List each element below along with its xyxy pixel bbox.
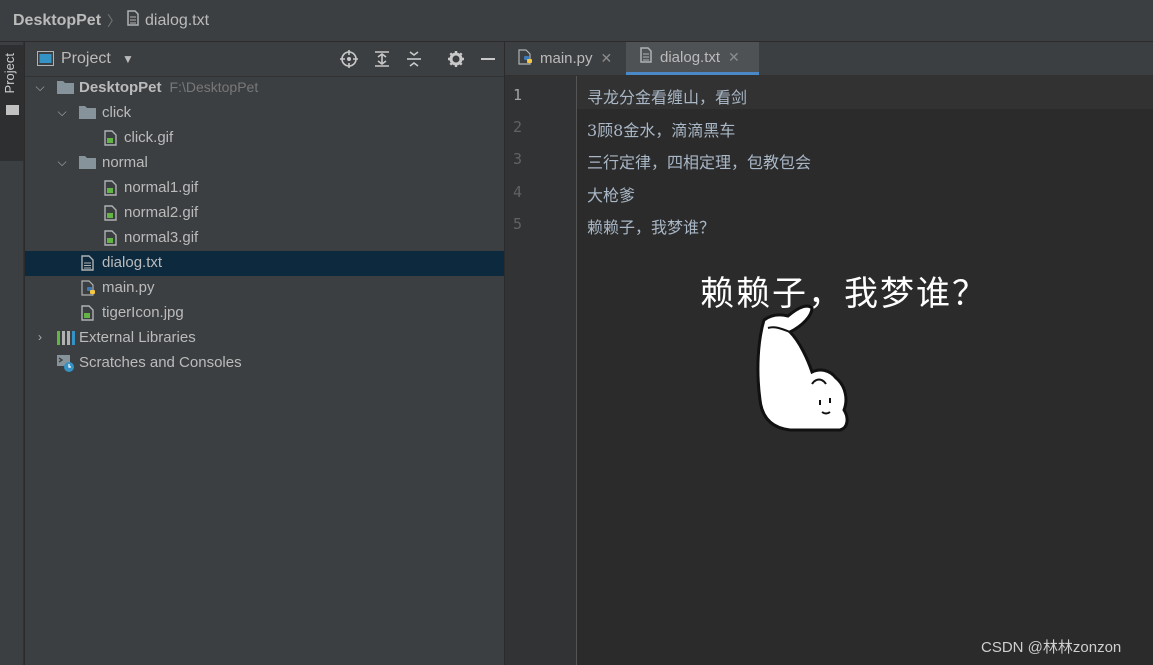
tree-item-external-libraries[interactable]: › External Libraries — [25, 326, 504, 351]
tree-item-normal2-gif[interactable]: normal2.gif — [25, 201, 504, 226]
tree-item-label: click.gif — [124, 129, 174, 146]
gif-file-icon — [104, 205, 117, 225]
tab-label: main.py — [540, 50, 593, 67]
collapse-all-icon[interactable] — [404, 49, 424, 69]
folder-icon — [6, 105, 19, 115]
chevron-down-icon[interactable]: ⌵ — [55, 155, 69, 170]
project-window-icon — [37, 51, 54, 71]
libraries-icon — [57, 330, 75, 349]
tree-item-normal3-gif[interactable]: normal3.gif — [25, 226, 504, 251]
breadcrumb-project[interactable]: DesktopPet — [13, 12, 101, 30]
locate-icon[interactable] — [339, 49, 359, 69]
project-tool-window-label: Project — [2, 53, 17, 94]
tree-item-label: normal — [102, 154, 148, 171]
tree-item-label: normal1.gif — [124, 179, 199, 196]
chevron-right-icon[interactable]: › — [33, 330, 47, 344]
tree-item-click-gif[interactable]: click.gif — [25, 126, 504, 151]
line-number: 2 — [513, 118, 523, 136]
line-number-gutter: 1 2 3 4 5 — [505, 76, 577, 665]
tree-item-normal1-gif[interactable]: normal1.gif — [25, 176, 504, 201]
text-file-icon — [640, 47, 652, 67]
chevron-down-icon[interactable]: ⌵ — [55, 105, 69, 120]
python-file-icon — [81, 280, 97, 300]
code-line[interactable]: 大枪爹 — [587, 182, 635, 206]
tree-item-label: Scratches and Consoles — [79, 354, 242, 371]
watermark: CSDN @林林zonzon — [981, 639, 1122, 656]
project-panel: Project ▼ ⌵ DesktopPet F:\DesktopPet ⌵ c… — [25, 42, 504, 665]
gif-file-icon — [104, 130, 117, 150]
line-number: 3 — [513, 150, 523, 168]
code-line[interactable]: 三行定律，四相定理，包教包会 — [587, 149, 811, 173]
tree-item-label: main.py — [102, 279, 155, 296]
tree-item-dialog-txt[interactable]: dialog.txt — [25, 251, 504, 276]
expand-all-icon[interactable] — [372, 49, 392, 69]
tree-item-label: normal2.gif — [124, 204, 199, 221]
code-line[interactable]: 3顾8金水，滴滴黑车 — [587, 117, 735, 141]
folder-icon — [79, 105, 96, 123]
tree-item-label: DesktopPet — [79, 79, 162, 96]
project-panel-title[interactable]: Project — [61, 50, 111, 68]
image-file-icon — [81, 305, 94, 325]
text-file-icon — [127, 10, 139, 31]
gear-icon[interactable] — [446, 49, 466, 69]
folder-icon — [79, 155, 96, 173]
chevron-down-icon[interactable]: ▼ — [122, 52, 134, 66]
gif-file-icon — [104, 230, 117, 250]
tab-label: dialog.txt — [660, 48, 721, 66]
tool-window-strip: Project — [0, 42, 24, 665]
tree-item-label: click — [102, 104, 132, 121]
tree-item-label: dialog.txt — [102, 254, 163, 271]
tree-item-label: External Libraries — [79, 329, 196, 346]
scratches-icon — [57, 355, 75, 377]
tab-dialog-txt[interactable]: dialog.txt ✕ — [626, 42, 759, 75]
chevron-down-icon[interactable]: ⌵ — [33, 80, 47, 95]
project-panel-header: Project ▼ — [25, 42, 504, 77]
line-number: 1 — [513, 86, 523, 104]
close-icon[interactable]: ✕ — [728, 49, 740, 66]
tree-item-desktoppet[interactable]: ⌵ DesktopPet F:\DesktopPet — [25, 76, 504, 101]
folder-icon — [57, 80, 74, 98]
breadcrumb: DesktopPet 〉 dialog.txt — [0, 0, 1153, 42]
line-number: 5 — [513, 215, 523, 233]
project-tool-window-tab[interactable]: Project — [0, 45, 24, 161]
editor-tab-bar: main.py ✕ dialog.txt ✕ — [505, 42, 1153, 76]
tree-item-label: normal3.gif — [124, 229, 199, 246]
code-line[interactable]: 寻龙分金看缠山，看剑 — [587, 84, 747, 108]
hide-icon[interactable] — [478, 49, 498, 69]
breadcrumb-separator-icon: 〉 — [107, 12, 122, 29]
tree-item-label: tigerIcon.jpg — [102, 304, 184, 321]
python-file-icon — [518, 48, 534, 69]
breadcrumb-file[interactable]: dialog.txt — [145, 12, 209, 30]
tree-item-normal[interactable]: ⌵ normal — [25, 151, 504, 176]
desktop-pet-cat[interactable] — [750, 300, 850, 437]
tree-item-main-py[interactable]: main.py — [25, 276, 504, 301]
tree-item-tigericon-jpg[interactable]: tigerIcon.jpg — [25, 301, 504, 326]
tree-item-scratches-and-consoles[interactable]: Scratches and Consoles — [25, 351, 504, 376]
text-file-icon — [81, 255, 94, 275]
close-icon[interactable]: ✕ — [601, 50, 613, 67]
tree-item-click[interactable]: ⌵ click — [25, 101, 504, 126]
tree-item-path: F:\DesktopPet — [169, 79, 259, 95]
code-line[interactable]: 赖赖子，我梦谁？ — [587, 214, 715, 238]
gif-file-icon — [104, 180, 117, 200]
line-number: 4 — [513, 183, 523, 201]
tab-main-py[interactable]: main.py ✕ — [505, 42, 625, 75]
